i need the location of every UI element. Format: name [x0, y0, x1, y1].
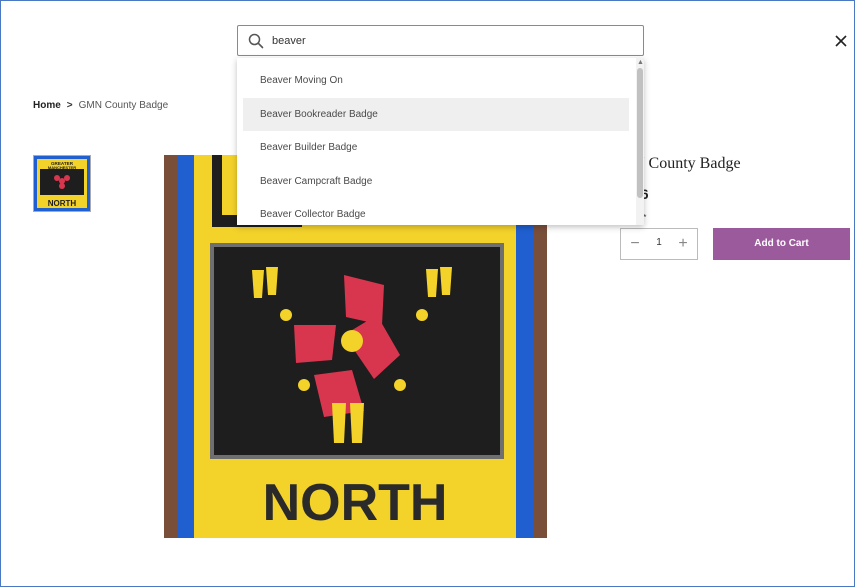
search-icon: [248, 33, 264, 49]
svg-text:MANCHESTER: MANCHESTER: [48, 165, 76, 170]
breadcrumb-separator: >: [66, 100, 73, 111]
breadcrumb: Home > GMN County Badge: [33, 100, 168, 111]
quantity-value: 1: [656, 237, 662, 248]
search-suggestions-dropdown: Beaver Moving On Beaver Bookreader Badge…: [237, 58, 644, 225]
close-icon[interactable]: [833, 33, 849, 49]
suggestion-item[interactable]: Beaver Bookreader Badge: [243, 97, 629, 131]
product-title: N County Badge: [633, 155, 741, 172]
minus-icon[interactable]: −: [627, 235, 643, 253]
search-box[interactable]: [237, 25, 644, 56]
dropdown-scrollbar[interactable]: ▲: [636, 58, 644, 225]
breadcrumb-home-link[interactable]: Home: [33, 100, 61, 111]
scrollbar-thumb[interactable]: [637, 68, 643, 198]
thumb-north-text: NORTH: [48, 199, 77, 208]
badge-north-text: NORTH: [263, 474, 448, 532]
search-input[interactable]: [272, 31, 632, 51]
quantity-stepper[interactable]: − 1 +: [620, 228, 698, 260]
breadcrumb-current: GMN County Badge: [78, 100, 169, 111]
suggestion-item[interactable]: Beaver Moving On: [243, 64, 629, 98]
product-thumbnail[interactable]: GREATER MANCHESTER NORTH: [33, 155, 91, 212]
suggestion-item[interactable]: Beaver Builder Badge: [243, 131, 629, 165]
add-to-cart-button[interactable]: Add to Cart: [713, 228, 850, 260]
scroll-up-arrow-icon[interactable]: ▲: [637, 59, 644, 67]
badge-thumbnail-image: GREATER MANCHESTER NORTH: [34, 156, 90, 211]
suggestion-item[interactable]: Beaver Collector Badge: [243, 198, 629, 225]
suggestion-item[interactable]: Beaver Campcraft Badge: [243, 165, 629, 199]
plus-icon[interactable]: +: [675, 235, 691, 253]
